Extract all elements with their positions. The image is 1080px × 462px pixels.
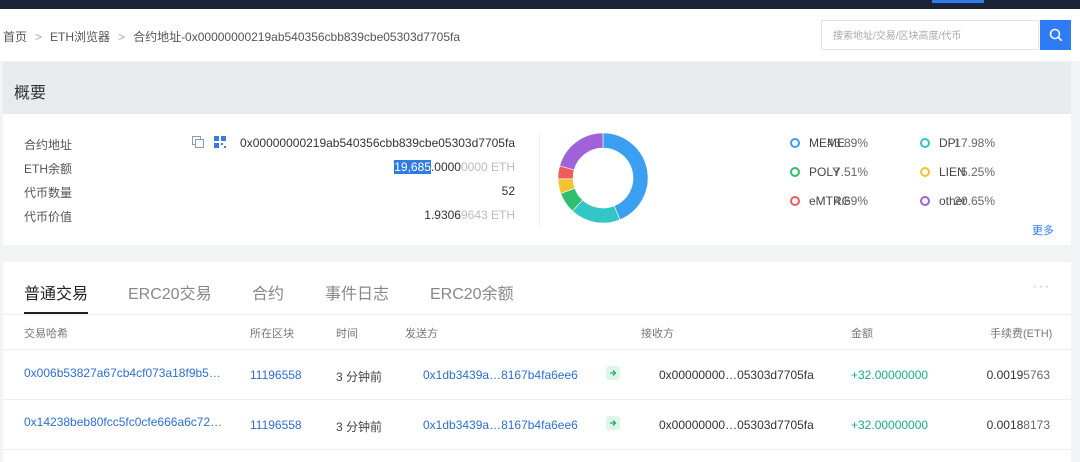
- to-address: 0x00000000…05303d7705fa: [659, 368, 814, 382]
- legend-dot-icon: [920, 196, 930, 206]
- header-hash: 交易哈希: [24, 328, 68, 340]
- legend-item[interactable]: POLY 7.51%: [790, 165, 868, 179]
- token-value-faint: 9643 ETH: [460, 208, 515, 222]
- tx-fee: 0.00188173: [987, 418, 1050, 432]
- more-link[interactable]: 更多: [1032, 222, 1054, 238]
- overview-title: 概要: [14, 85, 47, 102]
- tx-amount: +32.00000000: [851, 418, 929, 432]
- overview-panel: 合约地址 ETH余额 代币数量 代币价值 0x00000000219ab5403…: [3, 114, 1071, 245]
- legend-dot-icon: [790, 167, 800, 177]
- donut-slice-other[interactable]: [559, 132, 604, 171]
- tx-time: 3 分钟前: [336, 420, 383, 434]
- header-fee: 手续费(ETH): [990, 328, 1053, 340]
- legend-percent: 43.89%: [827, 136, 868, 150]
- table-divider: [3, 399, 1071, 400]
- legend-percent: 17.98%: [954, 136, 995, 150]
- top-nav-bar: [0, 0, 1080, 9]
- transactions-panel: 普通交易 ERC20交易 合约 事件日志 ERC20余额 ··· 交易哈希 所在…: [3, 262, 1071, 462]
- search-button[interactable]: [1040, 20, 1071, 50]
- legend-percent: 5.25%: [960, 165, 995, 179]
- header-block: 所在区块: [250, 328, 294, 340]
- token-value-label: 代币价值: [24, 210, 73, 224]
- tx-fee: 0.00195763: [987, 368, 1050, 382]
- search-input[interactable]: [831, 22, 1035, 50]
- table-divider: [3, 449, 1071, 450]
- from-address-link[interactable]: 0x1db3439a…8167b4fa6ee6: [423, 368, 578, 382]
- legend-dot-icon: [790, 138, 800, 148]
- header-time: 时间: [336, 328, 358, 340]
- tab-contract[interactable]: 合约: [252, 280, 284, 304]
- tab-erc20-tx[interactable]: ERC20交易: [128, 280, 212, 304]
- tab-event-log[interactable]: 事件日志: [325, 280, 389, 304]
- qrcode-icon[interactable]: [214, 136, 226, 148]
- tx-amount: +32.00000000: [851, 368, 929, 382]
- breadcrumb: 首页 > ETH浏览器 > 合约地址-0x00000000219ab540356cbb8…: [3, 28, 460, 45]
- contract-address: 0x00000000219ab540356cbb839cbe05303d7705…: [240, 136, 515, 150]
- token-value-value: 1.93069643 ETH: [424, 208, 515, 222]
- header-to: 接收方: [641, 328, 674, 340]
- overview-header: 概要: [3, 62, 1071, 114]
- to-address: 0x00000000…05303d7705fa: [659, 418, 814, 432]
- breadcrumb-current: 合约地址-0x00000000219ab540356cbb839cbe05303…: [133, 30, 460, 44]
- tx-hash-link[interactable]: 0x14238beb80fcc5fc0cfe666a6c72…: [24, 415, 222, 429]
- search-icon: [1049, 28, 1062, 42]
- tab-normal-tx[interactable]: 普通交易: [24, 280, 88, 304]
- transfer-arrow-icon: [606, 366, 620, 380]
- block-link[interactable]: 11196558: [250, 418, 302, 432]
- legend-dot-icon: [920, 138, 930, 148]
- tx-fee-main: 0.0019: [986, 368, 1024, 382]
- eth-balance-label: ETH余额: [24, 162, 73, 176]
- tx-fee-faint: 5763: [1023, 368, 1050, 382]
- eth-balance-decimals: .0000: [430, 160, 461, 174]
- legend-item[interactable]: DPI 17.98%: [920, 136, 995, 150]
- legend-dot-icon: [790, 196, 800, 206]
- from-address-link[interactable]: 0x1db3439a…8167b4fa6ee6: [423, 418, 578, 432]
- header-from: 发送方: [405, 328, 438, 340]
- token-count-label: 代币数量: [24, 186, 73, 200]
- legend-dot-icon: [920, 167, 930, 177]
- header-amount: 金额: [851, 328, 873, 340]
- tab-erc20-balance[interactable]: ERC20余额: [430, 280, 514, 304]
- search-box: [821, 20, 1039, 50]
- tx-fee-main: 0.0018: [986, 418, 1024, 432]
- token-donut-chart: [557, 132, 649, 224]
- legend-item[interactable]: MEME 43.89%: [790, 136, 868, 150]
- legend-item[interactable]: other 20.65%: [920, 194, 995, 208]
- nav-accent: [932, 0, 984, 3]
- tx-fee-faint: 8173: [1023, 418, 1050, 432]
- legend-item[interactable]: LIEN 5.25%: [920, 165, 995, 179]
- legend-percent: 7.51%: [833, 165, 868, 179]
- overview-divider: [539, 134, 540, 226]
- block-link[interactable]: 11196558: [250, 368, 302, 382]
- legend-percent: 20.65%: [954, 194, 995, 208]
- breadcrumb-home[interactable]: 首页: [3, 30, 27, 44]
- eth-balance-faint: 0000 ETH: [460, 160, 515, 174]
- transfer-arrow-icon: [606, 416, 620, 430]
- copy-icon[interactable]: [192, 136, 204, 148]
- more-options-icon[interactable]: ···: [1032, 278, 1051, 296]
- tx-hash-link[interactable]: 0x006b53827a67cb4cf073a18f9b5…: [24, 366, 221, 380]
- breadcrumb-bar: 首页 > ETH浏览器 > 合约地址-0x00000000219ab540356cbb8…: [0, 9, 1080, 61]
- breadcrumb-explorer[interactable]: ETH浏览器: [50, 30, 110, 44]
- tabs-divider: [3, 314, 1071, 315]
- token-value-main: 1.9306: [424, 208, 461, 222]
- eth-balance-highlight: 19,685: [394, 160, 431, 174]
- address-label: 合约地址: [24, 138, 73, 152]
- breadcrumb-separator: >: [118, 30, 126, 44]
- donut-slice-meme[interactable]: [602, 132, 649, 221]
- token-count-value: 52: [501, 184, 515, 198]
- table-divider: [3, 349, 1071, 350]
- eth-balance-value: 19,685.00000000 ETH: [394, 160, 515, 174]
- legend-item[interactable]: eMTRG 4.69%: [790, 194, 868, 208]
- tx-time: 3 分钟前: [336, 370, 383, 384]
- legend-percent: 4.69%: [833, 194, 868, 208]
- breadcrumb-separator: >: [35, 30, 43, 44]
